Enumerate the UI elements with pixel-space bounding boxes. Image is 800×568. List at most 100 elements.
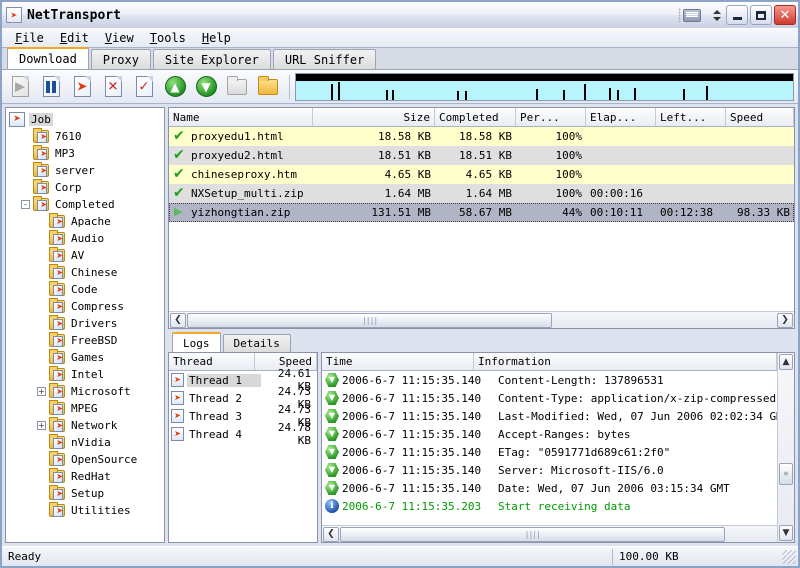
table-row[interactable]: yizhongtian.zip 131.51 MB 58.67 MB 44% 00:10… [169, 203, 794, 222]
log-list[interactable]: Time Information ▼ 2006-6-7 11:15:35.140 C… [321, 352, 795, 543]
menu-help[interactable]: Help [195, 30, 238, 46]
folder-icon: ➤ [33, 196, 49, 211]
log-vscroll-down-button[interactable]: ▼ [779, 525, 793, 541]
menu-tools[interactable]: Tools [143, 30, 193, 46]
log-hscroll-left-button[interactable]: ❮ [323, 526, 339, 542]
hscroll-right-button[interactable]: ❯ [777, 312, 793, 328]
complete-job-button[interactable]: ✓ [130, 73, 158, 101]
hscroll-track[interactable]: |||| [187, 312, 776, 328]
log-row[interactable]: i 2006-6-7 11:15:35.203 Start receiving da… [322, 497, 777, 515]
log-row[interactable]: ▼ 2006-6-7 11:15:35.140 Accept-Ranges: byt… [322, 425, 777, 443]
table-row[interactable]: NXSetup_multi.zip 1.64 MB 1.64 MB 100% 00:00… [169, 184, 794, 203]
tree-node-av[interactable]: ➤ AV [9, 247, 164, 264]
log-row[interactable]: ▼ 2006-6-7 11:15:35.140 Content-Type: appl… [322, 389, 777, 407]
log-list-body: ▼ 2006-6-7 11:15:35.140 Content-Length: 13… [322, 371, 777, 525]
tree-node-chinese[interactable]: ➤ Chinese [9, 264, 164, 281]
column-header-speed[interactable]: Speed [726, 108, 794, 126]
skin-selector-widget[interactable] [669, 5, 709, 25]
open-folder-button[interactable] [254, 73, 282, 101]
tree-node-7610[interactable]: ➤ 7610 [9, 128, 164, 145]
tree-node-corp[interactable]: ➤ Corp [9, 179, 164, 196]
tree-node-opensource[interactable]: ➤ OpenSource [9, 451, 164, 468]
log-vscrollbar[interactable]: ▲ ≡ ▼ [777, 353, 794, 542]
log-hscrollbar[interactable]: ❮ |||| [322, 525, 777, 542]
column-header-size[interactable]: Size [313, 108, 435, 126]
hscroll-thumb[interactable]: |||| [187, 312, 553, 328]
tree-node-apache[interactable]: ➤ Apache [9, 213, 164, 230]
log-row[interactable]: ▼ 2006-6-7 11:15:35.140 Server: Microsoft-… [322, 461, 777, 479]
tab-details[interactable]: Details [222, 334, 291, 352]
tab-url-sniffer[interactable]: URL Sniffer [272, 49, 377, 69]
response-icon: ▼ [325, 427, 339, 441]
tab-site-explorer[interactable]: Site Explorer [152, 49, 271, 69]
hscroll-left-button[interactable]: ❮ [170, 312, 186, 328]
thread-row[interactable]: ➤ Thread 4 24.78 KB [169, 421, 317, 447]
table-row[interactable]: proxyedu1.html 18.58 KB 18.58 KB 100% [169, 127, 794, 146]
minimize-button[interactable] [726, 5, 748, 25]
column-header-elapsed[interactable]: Elap... [586, 108, 656, 126]
tree-node-drivers[interactable]: ➤ Drivers [9, 315, 164, 332]
column-header-name[interactable]: Name [169, 108, 313, 126]
menu-view[interactable]: View [98, 30, 141, 46]
column-header-left[interactable]: Left... [656, 108, 726, 126]
column-header-thread[interactable]: Thread [169, 353, 255, 370]
move-down-button[interactable]: ▼ [192, 73, 220, 101]
table-row[interactable]: chineseproxy.htm 4.65 KB 4.65 KB 100% [169, 165, 794, 184]
thread-list[interactable]: Thread Speed ➤ Thread 1 24.61 KB ➤ Thread 22… [168, 352, 318, 543]
title-bar: ➤ NetTransport ✕ [2, 2, 798, 28]
tree-node-network[interactable]: + ➤ Network [9, 417, 164, 434]
download-list[interactable]: Name Size Completed Per... Elap... Left.… [168, 107, 795, 329]
table-row[interactable]: proxyedu2.html 18.51 KB 18.51 KB 100% [169, 146, 794, 165]
tree-node-completed[interactable]: - ➤ Completed [9, 196, 164, 213]
tree-node-server[interactable]: ➤ server [9, 162, 164, 179]
start-job-button[interactable]: ▶ [6, 73, 34, 101]
log-row[interactable]: ▼ 2006-6-7 11:15:35.140 Content-Length: 13… [322, 371, 777, 389]
log-row[interactable]: ▼ 2006-6-7 11:15:35.140 ETag: "0591771d689… [322, 443, 777, 461]
tab-logs[interactable]: Logs [172, 332, 221, 352]
tree-node-code[interactable]: ➤ Code [9, 281, 164, 298]
expand-icon[interactable]: + [37, 387, 46, 396]
maximize-button[interactable] [750, 5, 772, 25]
delete-job-button[interactable]: ✕ [99, 73, 127, 101]
log-hscroll-track[interactable]: |||| [340, 526, 777, 542]
collapse-icon[interactable]: - [21, 200, 30, 209]
tree-node-redhat[interactable]: ➤ RedHat [9, 468, 164, 485]
resume-job-button[interactable]: ➤ [68, 73, 96, 101]
move-up-button[interactable]: ▲ [161, 73, 189, 101]
log-vscroll-track[interactable]: ≡ [778, 371, 794, 524]
open-file-button[interactable] [223, 73, 251, 101]
column-header-time[interactable]: Time [322, 353, 474, 370]
tree-node-audio[interactable]: ➤ Audio [9, 230, 164, 247]
tab-download[interactable]: Download [7, 47, 89, 69]
tree-node-job[interactable]: ➤ Job [9, 111, 164, 128]
log-row[interactable]: ▼ 2006-6-7 11:15:35.140 Date: Wed, 07 Jun … [322, 479, 777, 497]
job-tree-pane[interactable]: ➤ Job ➤ 7610 ➤ MP3 ➤ server ➤ Corp - ➤ Completed ➤ Apa… [5, 107, 165, 543]
tree-node-utilities[interactable]: ➤ Utilities [9, 502, 164, 519]
expand-icon[interactable]: + [37, 421, 46, 430]
log-vscroll-up-button[interactable]: ▲ [779, 354, 793, 370]
spinner-arrows[interactable] [713, 7, 724, 23]
log-hscroll-thumb[interactable]: |||| [340, 526, 725, 542]
close-button[interactable]: ✕ [774, 5, 796, 25]
tree-node-freebsd[interactable]: ➤ FreeBSD [9, 332, 164, 349]
tree-node-microsoft[interactable]: + ➤ Microsoft [9, 383, 164, 400]
tree-node-nvidia[interactable]: ➤ nVidia [9, 434, 164, 451]
log-row[interactable]: ▼ 2006-6-7 11:15:35.140 Last-Modified: Wed… [322, 407, 777, 425]
menu-edit[interactable]: Edit [53, 30, 96, 46]
cell-name: NXSetup_multi.zip [169, 187, 313, 200]
tab-proxy[interactable]: Proxy [90, 49, 151, 69]
resize-grip-icon[interactable] [782, 549, 796, 564]
tree-node-compress[interactable]: ➤ Compress [9, 298, 164, 315]
column-header-completed[interactable]: Completed [435, 108, 516, 126]
tree-node-setup[interactable]: ➤ Setup [9, 485, 164, 502]
menu-file[interactable]: File [8, 30, 51, 46]
tree-node-games[interactable]: ➤ Games [9, 349, 164, 366]
log-vscroll-thumb[interactable]: ≡ [779, 462, 793, 485]
download-list-hscrollbar[interactable]: ❮ |||| ❯ [169, 311, 794, 328]
column-header-information[interactable]: Information [474, 353, 777, 370]
tree-node-mp3[interactable]: ➤ MP3 [9, 145, 164, 162]
tree-node-intel[interactable]: ➤ Intel [9, 366, 164, 383]
tree-node-mpeg[interactable]: ➤ MPEG [9, 400, 164, 417]
pause-job-button[interactable] [37, 73, 65, 101]
column-header-percent[interactable]: Per... [516, 108, 586, 126]
